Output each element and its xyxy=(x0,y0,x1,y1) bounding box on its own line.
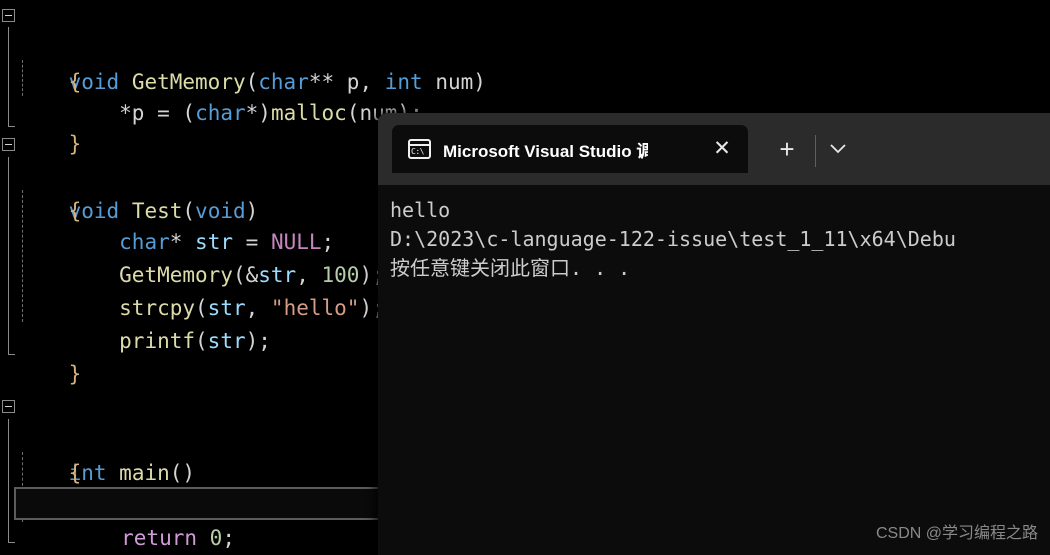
code-line[interactable]: *p = (char*)malloc(num); xyxy=(0,64,1050,125)
console-output-line: 按任意键关闭此窗口. . . xyxy=(390,256,631,280)
console-window[interactable]: C:\ Microsoft Visual Studio 调试挖 ✕ + hell… xyxy=(378,113,1050,555)
fold-toggle-icon[interactable] xyxy=(2,138,15,151)
chevron-down-icon[interactable] xyxy=(822,135,854,167)
titlebar-divider xyxy=(815,135,816,167)
console-output-line: D:\2023\c-language-122-issue\test_1_11\x… xyxy=(390,227,956,251)
fold-toggle-icon[interactable] xyxy=(2,9,15,22)
code-line[interactable]: void GetMemory(char** p, int num) xyxy=(0,0,1050,94)
console-output[interactable]: hello D:\2023\c-language-122-issue\test_… xyxy=(378,185,1050,555)
code-line[interactable]: { xyxy=(0,33,1050,94)
console-cmd-icon: C:\ xyxy=(408,139,431,159)
new-tab-button[interactable]: + xyxy=(774,136,800,163)
console-tab[interactable]: C:\ Microsoft Visual Studio 调试挖 ✕ xyxy=(392,125,748,173)
console-titlebar[interactable]: C:\ Microsoft Visual Studio 调试挖 ✕ + xyxy=(378,113,1050,185)
console-cmd-icon-label: C:\ xyxy=(411,147,424,156)
console-tab-title: Microsoft Visual Studio 调试挖 xyxy=(443,141,648,161)
fold-toggle-icon[interactable] xyxy=(2,400,15,413)
close-icon[interactable]: ✕ xyxy=(710,137,734,161)
console-output-line: hello xyxy=(390,198,451,222)
